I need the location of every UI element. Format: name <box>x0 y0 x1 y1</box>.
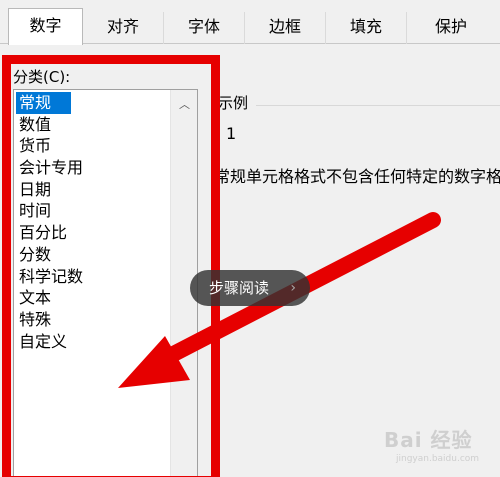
arrow-annotation-icon <box>118 212 441 388</box>
chevron-right-icon: › <box>290 280 296 296</box>
watermark-url: jingyan.baidu.com <box>396 454 480 464</box>
baidu-watermark: Bai 经验 jingyan.baidu.com <box>384 424 496 470</box>
watermark-logo: Bai 经验 <box>384 428 473 452</box>
step-reading-label: 步骤阅读 <box>209 279 270 297</box>
step-reading-button[interactable]: 步骤阅读 › <box>190 270 310 306</box>
